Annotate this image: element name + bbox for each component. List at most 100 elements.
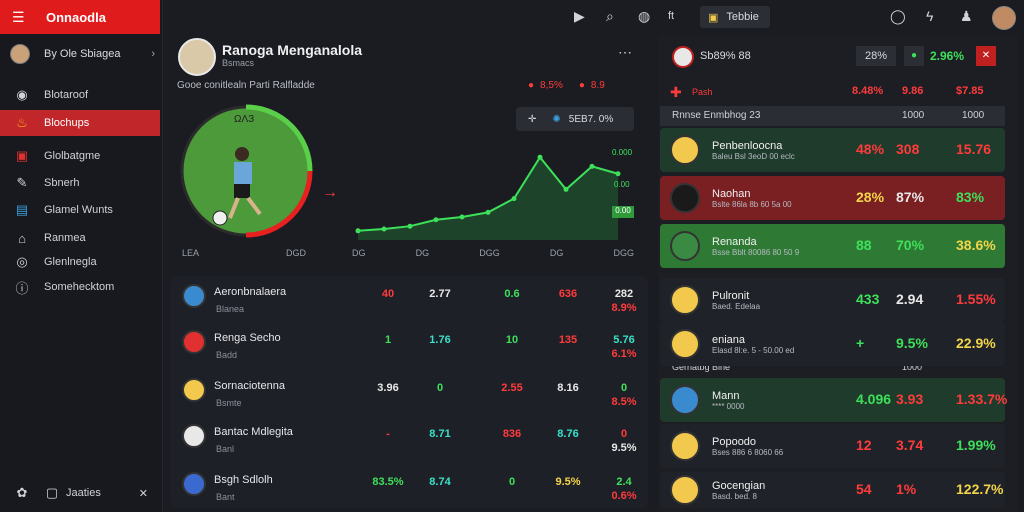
sidebar-item-blotaroof[interactable]: ◉ Blotaroof (0, 82, 160, 108)
team-stat: 4.096 (856, 391, 892, 407)
sidebar-item-label: Blotaroof (44, 89, 89, 101)
bolt-icon[interactable]: ϟ (926, 8, 933, 24)
sidebar-item-glenlnegla[interactable]: ◎ Glenlnegla (0, 249, 160, 275)
user-row[interactable]: By Ole Sbiagea › (10, 44, 155, 64)
chart-value-box[interactable]: ✛ ✺ 5EB7. 0% (516, 107, 634, 131)
table-cell: 8.16 (557, 382, 579, 394)
team-stat: 22.9% (956, 335, 996, 351)
avatar (10, 44, 30, 64)
table-row-sub: Banl (216, 444, 235, 454)
column-label: 1000 (902, 110, 925, 121)
chart-point (589, 163, 595, 169)
menu-icon[interactable]: ☰ (12, 9, 28, 26)
sub-label: Pash (692, 87, 713, 97)
sidebar-item-ranmea[interactable]: ⌂ Ranmea (0, 225, 160, 251)
team-info: Naohan Bslte 86la 8b 60 5a 00 (712, 188, 792, 209)
bell-icon[interactable]: ♟ (960, 8, 973, 25)
table-cell: 0 (508, 476, 516, 488)
team-logo (182, 330, 206, 354)
team-card[interactable]: Penbenloocna Baleu Bsl 3eoD 00 eclc 48% 308… (660, 128, 1005, 172)
team-sub: Bses 886 6 8060 66 (712, 447, 784, 457)
table-row-name[interactable]: Bsgh Sdlolh (214, 474, 273, 486)
table-cell: 636 (558, 288, 578, 300)
brand-bar[interactable]: ☰ Onnaodla (0, 0, 160, 34)
team-stat: 1.33.7% (956, 391, 1008, 407)
leaf-icon[interactable]: ● (904, 46, 924, 66)
table-row-name[interactable]: Sornaciotenna (214, 380, 285, 392)
table-cell: 2.4 (616, 476, 632, 488)
pin-icon: ✛ (528, 113, 537, 125)
chart-point (407, 223, 413, 229)
table-cell: 282 (614, 288, 634, 300)
team-card[interactable]: Pulronit Baed. Edelaa 433 2.94 1.55% (660, 278, 1005, 322)
player-subtitle: Bsmacs (222, 58, 255, 68)
table-cell: 40 (381, 288, 395, 300)
table-cell: 10 (505, 334, 519, 346)
team-sub: Basd. bed. 8 (712, 491, 757, 501)
right-header-name: Sb89% 88 (700, 50, 751, 62)
team-name: Pulronit (712, 289, 750, 302)
table-row-name[interactable]: Bantac Mdlegita (214, 426, 293, 438)
chart-point (459, 214, 465, 220)
table-row-name[interactable]: Aeronbnalaera (214, 286, 286, 298)
sidebar-item-label: Glamel Wunts (44, 204, 113, 216)
team-stat: 28% (856, 189, 885, 205)
team-card[interactable]: Gocengian Basd. bed. 8 54 1% 122.7% (660, 472, 1005, 508)
team-card[interactable]: Renanda Bsse Bblt 80086 80 50 9 88 70% 38.6% (660, 224, 1005, 268)
team-card[interactable]: Mann **** 0000 4.096 3.93 1.33.7% (660, 378, 1008, 422)
team-name: Renanda (712, 235, 757, 248)
team-sub: Baleu Bsl 3eoD 00 eclc (712, 151, 795, 161)
team-stat: 1.99% (956, 437, 996, 453)
profile-avatar[interactable] (992, 6, 1016, 30)
chart-point (563, 186, 569, 192)
footer-label: Jaaties (66, 487, 101, 499)
team-logo (182, 378, 206, 402)
table-row-sub: Blanea (216, 304, 245, 314)
person-icon: ◉ (16, 87, 28, 102)
y-tick-highlight: 0.00 (612, 206, 634, 218)
table-cell: 3.96 (377, 382, 399, 394)
team-stat: 122.7% (956, 481, 1004, 497)
sidebar-item-glamel-wunts[interactable]: ▤ Glamel Wunts (0, 197, 160, 223)
search-icon[interactable]: ⌕ (606, 8, 614, 25)
section-label: Gooe conitlealn Parti Ralfladde (177, 80, 315, 91)
play-icon[interactable]: ▶ (574, 8, 585, 25)
team-card[interactable]: eniana Elasd 8l:e. 5 - 50.00 ed +9.5% 22.9% (660, 322, 1005, 366)
team-logo (182, 424, 206, 448)
sidebar-item-label: Somehecktom (44, 281, 115, 293)
stats-icon[interactable]: ft (668, 10, 674, 22)
team-card[interactable]: Naohan Bslte 86la 8b 60 5a 00 28% 87% 83% (660, 176, 1005, 220)
y-tick: 0.00 (614, 180, 630, 189)
team-stat: 2.94 (896, 291, 924, 307)
tab-tebbie[interactable]: ▣ Tebbie (700, 6, 770, 28)
team-card[interactable]: Popoodo Bses 886 6 8060 66 12 3.74 1.99% (660, 424, 1005, 468)
chat-icon[interactable]: ◯ (890, 8, 906, 25)
calendar-icon: ▣ (15, 148, 29, 163)
sidebar-item-glolbatgme[interactable]: ▣ Glolbatgme (0, 143, 160, 169)
sidebar-item-sbnerh[interactable]: ✎ Sbnerh (0, 170, 160, 196)
table-cell: - (386, 428, 390, 440)
sidebar-footer[interactable]: ✿ ▢ Jaaties ✕ (0, 480, 160, 506)
team-stat: 3.93 (896, 391, 924, 407)
team-logo (670, 431, 700, 461)
circle-icon[interactable]: ◍ (638, 8, 650, 25)
team-sub: Elasd 8l:e. 5 - 50.00 ed (712, 345, 795, 355)
table-cell: 0 (620, 428, 628, 440)
sidebar-item-blochups[interactable]: ♨ Blochups (0, 110, 160, 136)
gear-icon: ✺ (552, 113, 561, 125)
sidebar-item-somehecktom[interactable]: ⓘ Somehecktom (0, 274, 160, 300)
more-icon[interactable]: ⋯ (618, 44, 632, 61)
close-icon[interactable]: ✕ (139, 487, 148, 500)
team-stat: 15.76 (956, 141, 992, 157)
table-cell: 1.76 (429, 334, 451, 346)
team-stat: 88 (856, 237, 872, 253)
team-name: Penbenloocna (712, 139, 783, 152)
close-square-icon[interactable]: ✕ (976, 46, 996, 66)
plus-icon[interactable]: ✚ (670, 84, 682, 101)
table-row-name[interactable]: Renga Secho (214, 332, 281, 344)
team-info: Mann **** 0000 (712, 390, 744, 411)
chevron-right-icon[interactable]: › (151, 48, 155, 60)
table-cell: 1 (384, 334, 392, 346)
player-circle: ΩΛЗ (180, 104, 313, 238)
sidebar-item-label: Glolbatgme (44, 150, 101, 162)
